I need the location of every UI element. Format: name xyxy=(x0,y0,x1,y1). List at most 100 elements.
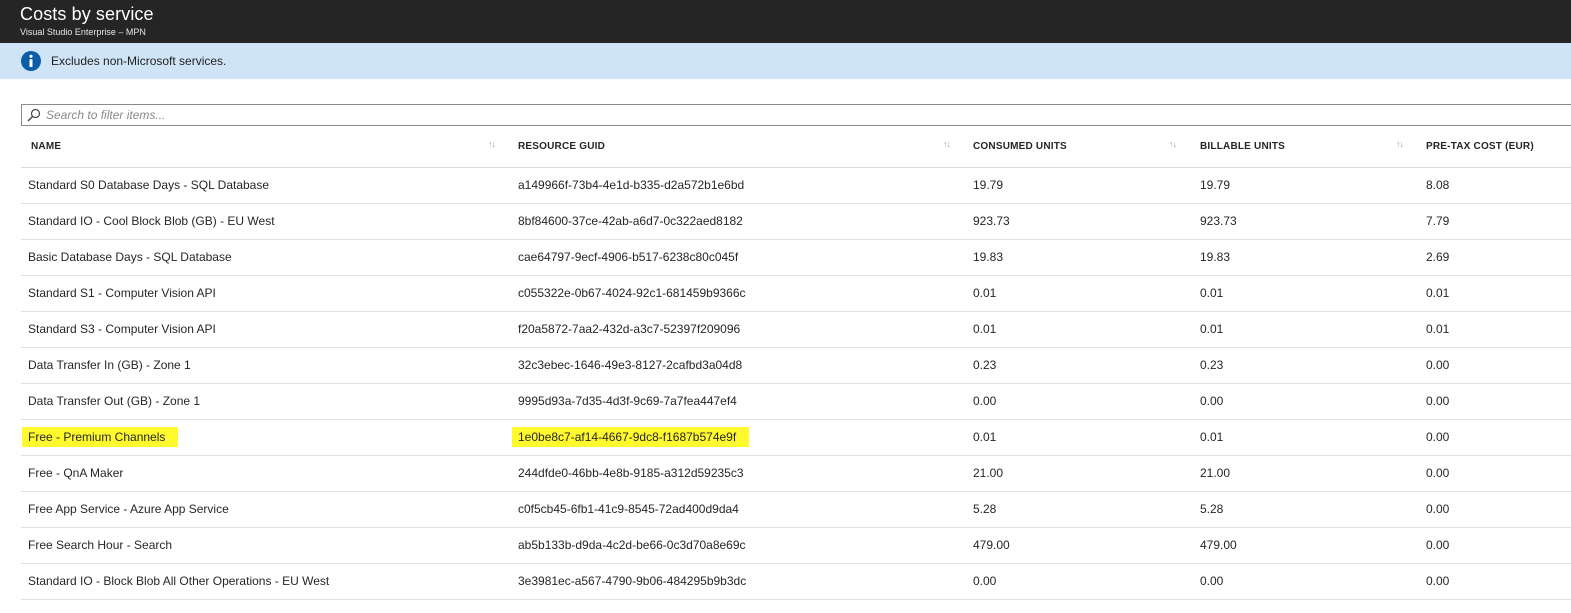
cell-billable-units-text: 0.01 xyxy=(1200,430,1224,444)
cell-billable-units: 19.79 xyxy=(1200,168,1230,203)
cell-pre-tax-cost: 0.00 xyxy=(1426,420,1449,455)
table-row[interactable]: Data Transfer Out (GB) - Zone 1 9995d93a-… xyxy=(21,384,1571,420)
column-header-billable-units[interactable]: BILLABLE UNITS xyxy=(1200,130,1285,167)
table-row[interactable]: Free - QnA Maker 244dfde0-46bb-4e8b-9185-… xyxy=(21,456,1571,492)
sort-arrows-icon[interactable]: ↑↓ xyxy=(943,139,951,149)
cell-consumed-units: 0.01 xyxy=(973,312,996,347)
cell-pre-tax-cost-text: 8.08 xyxy=(1426,178,1450,192)
cell-resource-guid-text: c0f5cb45-6fb1-41c9-8545-72ad400d9da4 xyxy=(518,502,739,516)
table-row[interactable]: Standard S3 - Computer Vision API f20a587… xyxy=(21,312,1571,348)
cell-name: Standard IO - Cool Block Blob (GB) - EU … xyxy=(28,204,275,239)
cell-consumed-units-text: 923.73 xyxy=(973,214,1010,228)
cell-resource-guid: 9995d93a-7d35-4d3f-9c69-7a7fea447ef4 xyxy=(518,384,737,419)
info-icon xyxy=(21,51,41,71)
cell-pre-tax-cost: 0.00 xyxy=(1426,564,1449,599)
cell-pre-tax-cost: 0.00 xyxy=(1426,456,1449,491)
cell-pre-tax-cost-text: 0.00 xyxy=(1426,538,1450,552)
cell-pre-tax-cost-text: 0.00 xyxy=(1426,358,1450,372)
cell-resource-guid: 1e0be8c7-af14-4667-9dc8-f1687b574e9f xyxy=(512,420,750,455)
table-row[interactable]: Free Search Hour - Search ab5b133b-d9da-4… xyxy=(21,528,1571,564)
info-banner: Excludes non-Microsoft services. xyxy=(0,43,1571,79)
cell-consumed-units-text: 0.01 xyxy=(973,322,997,336)
cell-resource-guid: c0f5cb45-6fb1-41c9-8545-72ad400d9da4 xyxy=(518,492,739,527)
cell-consumed-units-text: 19.79 xyxy=(973,178,1004,192)
search-box[interactable] xyxy=(21,104,1571,126)
cell-pre-tax-cost-text: 0.00 xyxy=(1426,574,1450,588)
search-icon xyxy=(27,108,41,122)
table-body: Standard S0 Database Days - SQL Database… xyxy=(21,168,1571,600)
cell-billable-units-text: 0.00 xyxy=(1200,574,1224,588)
cell-billable-units: 19.83 xyxy=(1200,240,1230,275)
blade-header: Costs by service Visual Studio Enterpris… xyxy=(0,0,1571,43)
cell-resource-guid-text: 244dfde0-46bb-4e8b-9185-a312d59235c3 xyxy=(518,466,744,480)
cell-consumed-units: 0.01 xyxy=(973,276,996,311)
cell-resource-guid: 32c3ebec-1646-49e3-8127-2cafbd3a04d8 xyxy=(518,348,742,383)
page-subtitle: Visual Studio Enterprise – MPN xyxy=(20,27,146,37)
cell-resource-guid: 3e3981ec-a567-4790-9b06-484295b9b3dc xyxy=(518,564,746,599)
cell-resource-guid-text: cae64797-9ecf-4906-b517-6238c80c045f xyxy=(518,250,739,264)
cell-pre-tax-cost-text: 0.00 xyxy=(1426,394,1450,408)
column-header-resource-guid[interactable]: RESOURCE GUID xyxy=(518,130,605,167)
cell-pre-tax-cost: 8.08 xyxy=(1426,168,1449,203)
cell-name-text: Free - QnA Maker xyxy=(28,466,124,480)
cell-consumed-units: 923.73 xyxy=(973,204,1010,239)
cell-name: Data Transfer Out (GB) - Zone 1 xyxy=(28,384,200,419)
table-row[interactable]: Data Transfer In (GB) - Zone 1 32c3ebec-1… xyxy=(21,348,1571,384)
cell-name-text: Data Transfer In (GB) - Zone 1 xyxy=(28,358,191,372)
info-message: Excludes non-Microsoft services. xyxy=(51,54,227,68)
cell-pre-tax-cost: 7.79 xyxy=(1426,204,1449,239)
cell-name-text: Free App Service - Azure App Service xyxy=(28,502,229,516)
cell-name: Standard S3 - Computer Vision API xyxy=(28,312,216,347)
cell-billable-units: 0.01 xyxy=(1200,276,1223,311)
cell-billable-units-text: 0.01 xyxy=(1200,322,1224,336)
cell-consumed-units: 0.23 xyxy=(973,348,996,383)
cell-pre-tax-cost: 0.00 xyxy=(1426,384,1449,419)
cell-name-text: Data Transfer Out (GB) - Zone 1 xyxy=(28,394,201,408)
cell-billable-units-text: 19.79 xyxy=(1200,178,1231,192)
column-header-consumed-units[interactable]: CONSUMED UNITS xyxy=(973,130,1067,167)
sort-arrows-icon[interactable]: ↑↓ xyxy=(1169,139,1177,149)
column-header-pre-tax-cost[interactable]: PRE-TAX COST (EUR) xyxy=(1426,130,1534,167)
cell-pre-tax-cost: 0.01 xyxy=(1426,276,1449,311)
sort-arrows-icon[interactable]: ↑↓ xyxy=(488,139,496,149)
cell-billable-units: 5.28 xyxy=(1200,492,1223,527)
cell-name-text: Standard IO - Cool Block Blob (GB) - EU … xyxy=(28,214,275,228)
cell-pre-tax-cost-text: 0.01 xyxy=(1426,286,1450,300)
cell-billable-units: 0.23 xyxy=(1200,348,1223,383)
cell-name: Standard S0 Database Days - SQL Database xyxy=(28,168,269,203)
cell-name: Free Search Hour - Search xyxy=(28,528,172,563)
cell-consumed-units-text: 0.23 xyxy=(973,358,997,372)
cell-consumed-units: 5.28 xyxy=(973,492,996,527)
cell-pre-tax-cost-text: 0.01 xyxy=(1426,322,1450,336)
cell-pre-tax-cost-text: 7.79 xyxy=(1426,214,1450,228)
table-row[interactable]: Standard IO - Cool Block Blob (GB) - EU … xyxy=(21,204,1571,240)
cell-billable-units-text: 21.00 xyxy=(1200,466,1231,480)
cell-name-text: Standard S0 Database Days - SQL Database xyxy=(28,178,270,192)
cell-resource-guid-text: f20a5872-7aa2-432d-a3c7-52397f209096 xyxy=(518,322,741,336)
table-row[interactable]: Standard S1 - Computer Vision API c055322… xyxy=(21,276,1571,312)
sort-arrows-icon[interactable]: ↑↓ xyxy=(1396,139,1404,149)
cell-resource-guid: c055322e-0b67-4024-92c1-681459b9366c xyxy=(518,276,746,311)
table-row[interactable]: Free App Service - Azure App Service c0f5… xyxy=(21,492,1571,528)
cell-resource-guid-text: c055322e-0b67-4024-92c1-681459b9366c xyxy=(518,286,746,300)
cell-name: Free - Premium Channels xyxy=(22,420,179,455)
cell-resource-guid: a149966f-73b4-4e1d-b335-d2a572b1e6bd xyxy=(518,168,744,203)
cell-resource-guid-text: 32c3ebec-1646-49e3-8127-2cafbd3a04d8 xyxy=(518,358,743,372)
table-row[interactable]: Free - Premium Channels 1e0be8c7-af14-466… xyxy=(21,420,1571,456)
cell-resource-guid-text: 8bf84600-37ce-42ab-a6d7-0c322aed8182 xyxy=(518,214,743,228)
cell-name: Free - QnA Maker xyxy=(28,456,123,491)
cell-name: Standard IO - Block Blob All Other Opera… xyxy=(28,564,329,599)
table-row[interactable]: Basic Database Days - SQL Database cae647… xyxy=(21,240,1571,276)
page-title: Costs by service xyxy=(20,4,154,24)
search-input[interactable] xyxy=(46,106,1446,124)
cell-consumed-units-text: 0.01 xyxy=(973,286,997,300)
table-row[interactable]: Standard S0 Database Days - SQL Database… xyxy=(21,168,1571,204)
cell-name-text: Standard S3 - Computer Vision API xyxy=(28,322,216,336)
cell-pre-tax-cost: 2.69 xyxy=(1426,240,1449,275)
column-header-name[interactable]: NAME xyxy=(31,130,61,167)
cell-consumed-units: 0.00 xyxy=(973,384,996,419)
cell-billable-units: 923.73 xyxy=(1200,204,1237,239)
cell-consumed-units: 0.01 xyxy=(973,420,996,455)
table-row[interactable]: Standard IO - Block Blob All Other Opera… xyxy=(21,564,1571,600)
cell-pre-tax-cost-text: 0.00 xyxy=(1426,502,1450,516)
